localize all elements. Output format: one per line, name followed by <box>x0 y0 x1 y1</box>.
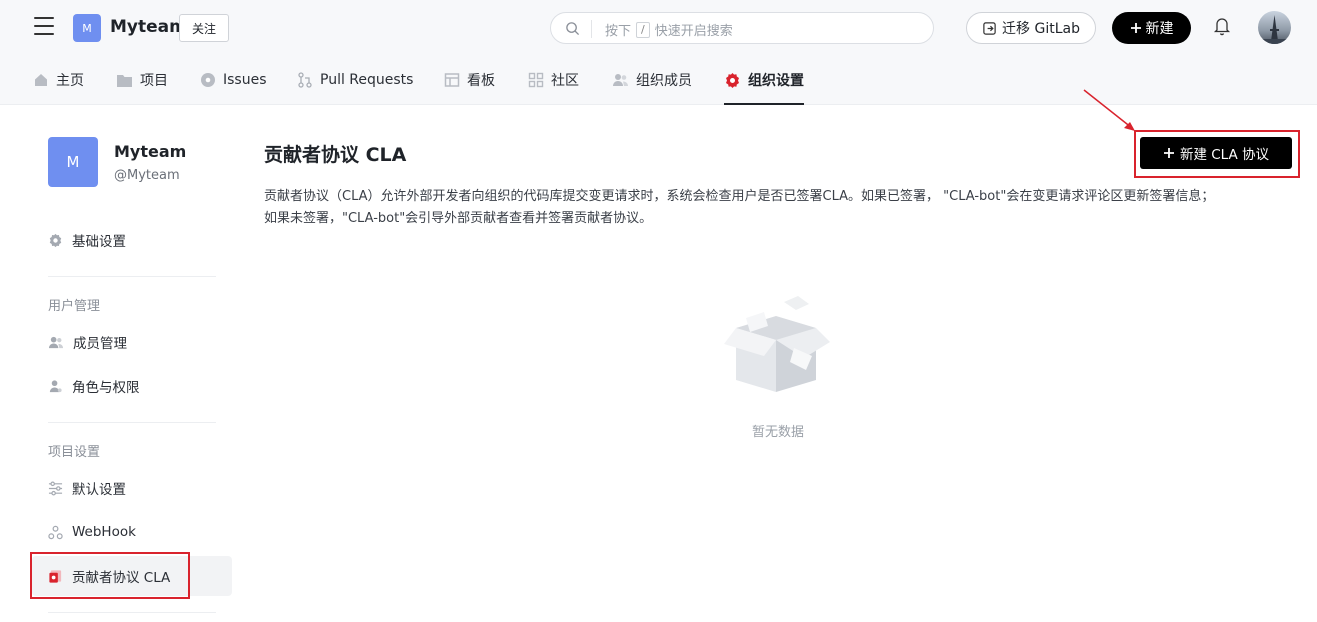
menu-icon[interactable] <box>34 17 54 37</box>
follow-button[interactable]: 关注 <box>179 14 229 42</box>
highlight-box-button <box>1134 130 1300 178</box>
sidebar-item-defaults[interactable]: 默认设置 <box>48 468 126 508</box>
sidebar-item-members[interactable]: 成员管理 <box>48 322 127 362</box>
sidebar-org-handle: @Myteam <box>114 168 180 183</box>
highlight-box-sidebar <box>30 552 190 599</box>
description-line-1: 贡献者协议（CLA）允许外部开发者向组织的代码库提交变更请求时，系统会检查用户是… <box>264 189 1215 204</box>
new-button[interactable]: 新建 <box>1112 12 1191 44</box>
issues-icon <box>201 73 215 87</box>
sidebar-item-label: WebHook <box>72 524 136 540</box>
tab-projects[interactable]: 项目 <box>116 55 168 105</box>
sidebar-item-label: 成员管理 <box>73 336 127 352</box>
tab-members[interactable]: 组织成员 <box>612 55 692 105</box>
sidebar-item-roles[interactable]: 角色与权限 <box>48 366 140 406</box>
search-icon <box>566 22 580 36</box>
user-role-icon <box>49 379 62 392</box>
board-icon <box>444 73 460 87</box>
sidebar-org-name: Myteam <box>114 142 187 161</box>
gear-icon <box>49 233 62 247</box>
search-divider <box>591 20 592 38</box>
tab-label: Issues <box>223 72 267 88</box>
tab-label: Pull Requests <box>320 72 414 88</box>
settings-gear-icon <box>726 72 739 88</box>
org-name[interactable]: Myteam <box>110 17 187 37</box>
org-avatar-small[interactable]: M <box>73 14 101 42</box>
empty-box-icon <box>724 296 830 392</box>
plus-icon <box>1130 23 1141 33</box>
sidebar-item-label: 基础设置 <box>72 234 126 250</box>
search-placeholder-before: 按下 <box>605 24 632 39</box>
tab-community[interactable]: 社区 <box>528 55 579 105</box>
page-description: 贡献者协议（CLA）允许外部开发者向组织的代码库提交变更请求时，系统会检查用户是… <box>264 186 1294 230</box>
tab-label: 组织成员 <box>636 73 692 89</box>
webhook-icon <box>48 525 63 539</box>
search-input[interactable]: 按下 / 快速开启搜索 <box>550 12 934 44</box>
search-placeholder-after: 快速开启搜索 <box>654 24 733 39</box>
folder-icon <box>117 74 132 87</box>
search-shortcut-key: / <box>636 21 650 38</box>
tab-org-settings[interactable]: 组织设置 <box>724 55 804 105</box>
top-bar: M Myteam 关注 按下 / 快速开启搜索 迁移 GitLab 新建 <box>0 0 1317 55</box>
sliders-icon <box>48 481 63 495</box>
avatar-image <box>1258 15 1291 44</box>
search-placeholder: 按下 / 快速开启搜索 <box>605 20 733 39</box>
sidebar-group-project: 项目设置 <box>48 445 101 460</box>
migrate-gitlab-button[interactable]: 迁移 GitLab <box>966 12 1096 44</box>
tab-label: 主页 <box>56 73 84 89</box>
tab-pull-requests[interactable]: Pull Requests <box>297 55 413 105</box>
sidebar-item-label: 角色与权限 <box>72 380 140 396</box>
tab-label: 项目 <box>140 73 168 89</box>
pull-request-icon <box>298 72 312 88</box>
tab-label: 看板 <box>467 73 495 89</box>
sidebar-divider <box>48 612 216 613</box>
tab-board[interactable]: 看板 <box>444 55 495 105</box>
org-avatar-large: M <box>48 137 98 187</box>
members-icon <box>48 336 64 348</box>
home-icon <box>35 74 47 86</box>
tab-home[interactable]: 主页 <box>33 55 84 105</box>
import-icon <box>983 21 996 35</box>
tab-issues[interactable]: Issues <box>200 55 267 105</box>
bell-icon[interactable] <box>1213 16 1231 36</box>
sidebar-item-label: 默认设置 <box>72 482 126 498</box>
members-icon <box>613 74 628 86</box>
user-avatar[interactable] <box>1258 11 1291 44</box>
sidebar-item-basic-settings[interactable]: 基础设置 <box>48 220 126 260</box>
community-icon <box>528 72 544 88</box>
sidebar-item-webhook[interactable]: WebHook <box>48 512 136 552</box>
page-title: 贡献者协议 CLA <box>264 144 407 166</box>
annotation-arrow <box>1083 89 1135 131</box>
tab-label: 社区 <box>551 73 579 89</box>
sidebar-divider <box>48 276 216 277</box>
empty-state-text: 暂无数据 <box>751 425 804 440</box>
description-line-2: 如果未签署，"CLA-bot"会引导外部贡献者查看并签署贡献者协议。 <box>264 211 653 226</box>
sidebar-divider <box>48 422 216 423</box>
tab-label: 组织设置 <box>748 73 804 89</box>
new-button-label: 新建 <box>1145 21 1174 37</box>
sidebar-group-user: 用户管理 <box>48 299 101 314</box>
migrate-gitlab-label: 迁移 GitLab <box>1002 21 1080 37</box>
